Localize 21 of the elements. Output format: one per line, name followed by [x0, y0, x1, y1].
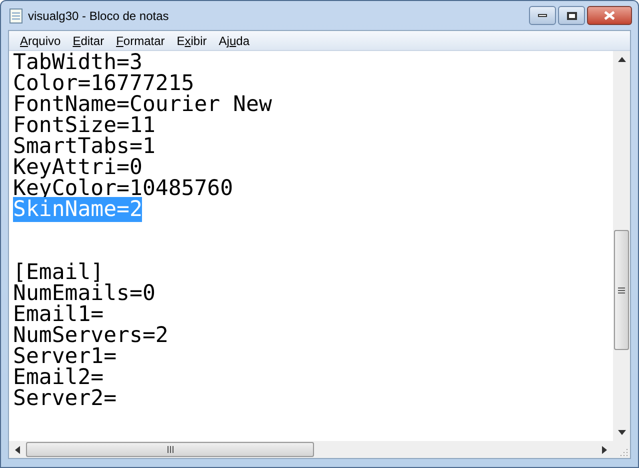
maximize-button[interactable] [558, 6, 585, 25]
grip-icon [166, 446, 174, 453]
scroll-right-icon[interactable] [602, 446, 607, 454]
scroll-down-icon[interactable] [618, 430, 626, 435]
close-icon [604, 11, 615, 20]
menu-item[interactable]: Arquivo [17, 32, 64, 50]
vertical-scrollbar[interactable] [613, 51, 630, 441]
menu-item[interactable]: Editar [70, 32, 108, 50]
window-title: visualg30 - Bloco de notas [28, 8, 169, 24]
scroll-up-icon[interactable] [618, 57, 626, 62]
minimize-button[interactable] [529, 6, 556, 25]
close-button[interactable] [587, 6, 632, 25]
notepad-icon [9, 8, 23, 24]
menu-item[interactable]: Ajuda [216, 32, 252, 50]
menu-item[interactable]: Exibir [174, 32, 210, 50]
scroll-thumb[interactable] [26, 442, 314, 457]
scroll-left-icon[interactable] [15, 446, 20, 454]
resize-grip-icon[interactable] [619, 447, 628, 456]
scroll-thumb[interactable] [614, 230, 629, 350]
menu-item[interactable]: Formatar [113, 32, 168, 50]
grip-icon [618, 286, 625, 294]
